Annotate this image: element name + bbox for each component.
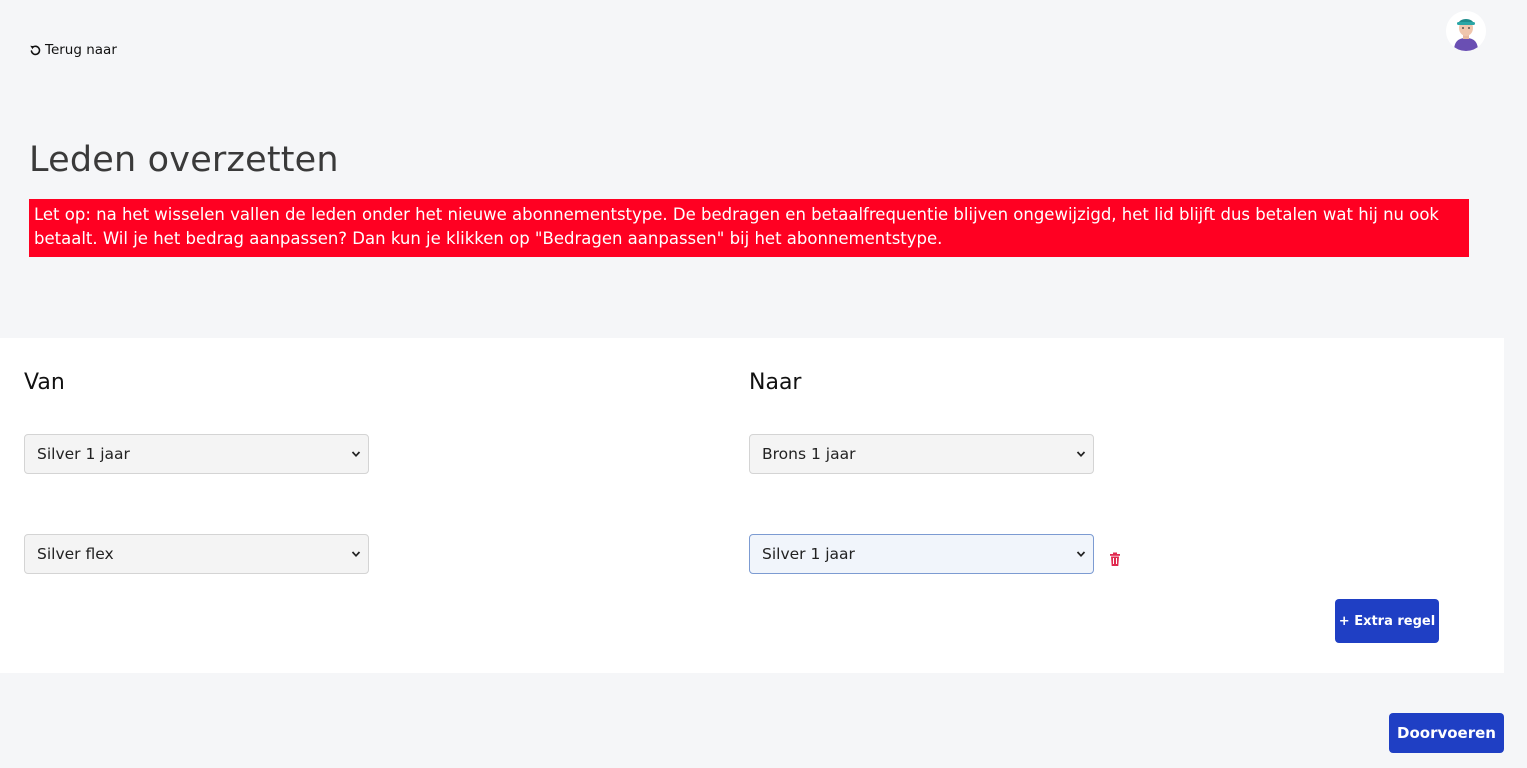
undo-icon <box>30 45 41 55</box>
from-select-row-2-wrap: Silver flex <box>24 534 369 574</box>
page-title: Leden overzetten <box>29 140 339 180</box>
conversion-panel: Van Naar Silver 1 jaar Brons 1 jaar Silv… <box>0 338 1504 673</box>
from-select-row-2[interactable]: Silver flex <box>24 534 369 574</box>
back-link-label: Terug naar <box>45 42 117 58</box>
user-avatar[interactable] <box>1446 11 1486 51</box>
warning-banner: Let op: na het wisselen vallen de leden … <box>29 199 1469 257</box>
from-select-row-1[interactable]: Silver 1 jaar <box>24 434 369 474</box>
from-select-row-1-wrap: Silver 1 jaar <box>24 434 369 474</box>
submit-button[interactable]: Doorvoeren <box>1389 713 1504 753</box>
add-row-button[interactable]: + Extra regel <box>1335 599 1439 643</box>
to-select-row-1[interactable]: Brons 1 jaar <box>749 434 1094 474</box>
to-select-row-2[interactable]: Silver 1 jaar <box>749 534 1094 574</box>
page: Terug naar Leden overzetten Let op: na h… <box>0 0 1527 768</box>
user-avatar-icon <box>1446 11 1486 51</box>
from-heading: Van <box>24 370 65 395</box>
back-link[interactable]: Terug naar <box>29 42 117 58</box>
trash-icon[interactable] <box>1108 552 1122 568</box>
to-heading: Naar <box>749 370 802 395</box>
to-select-row-1-wrap: Brons 1 jaar <box>749 434 1094 474</box>
to-select-row-2-wrap: Silver 1 jaar <box>749 534 1094 574</box>
